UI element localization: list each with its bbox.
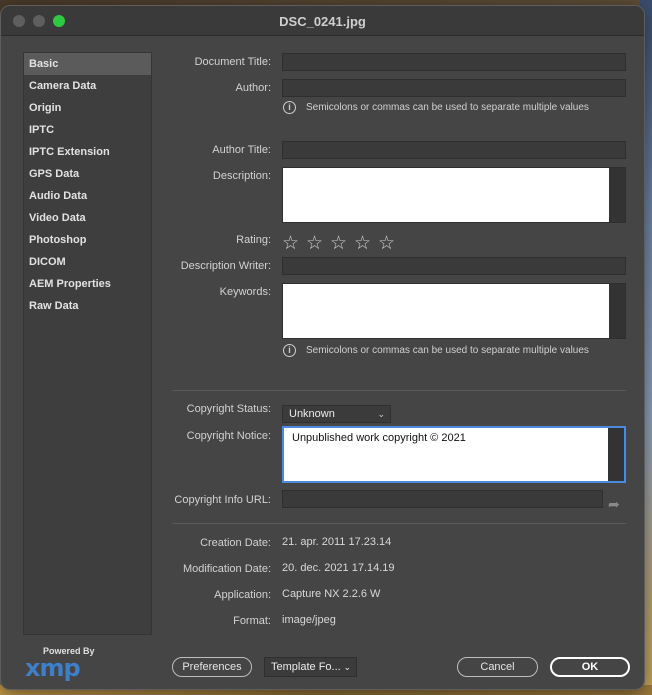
preferences-button[interactable]: Preferences: [172, 657, 252, 677]
author-label: Author:: [235, 82, 271, 94]
keywords-hint: i Semicolons or commas can be used to se…: [283, 344, 589, 357]
format-value: image/jpeg: [282, 614, 336, 626]
rating-star-1-icon[interactable]: ☆: [282, 234, 306, 253]
info-icon: i: [283, 101, 296, 114]
copyright-status-value: Unknown: [289, 408, 335, 420]
rating-star-3-icon[interactable]: ☆: [330, 234, 354, 253]
copyright-notice-label: Copyright Notice:: [186, 430, 271, 442]
description-scrollbar[interactable]: [609, 168, 625, 222]
keywords-scrollbar[interactable]: [609, 284, 625, 338]
document-title-input[interactable]: [282, 53, 626, 71]
section-divider: [172, 390, 626, 391]
file-info-dialog: DSC_0241.jpg Basic Camera Data Origin IP…: [0, 5, 645, 690]
creation-date-label: Creation Date:: [200, 537, 271, 549]
section-divider-2: [172, 523, 626, 524]
copyright-url-input[interactable]: [282, 490, 603, 508]
template-folder-label: Template Fo...: [271, 661, 341, 673]
author-input[interactable]: [282, 79, 626, 97]
author-title-input[interactable]: [282, 141, 626, 159]
xmp-logo: Powered By xmp: [23, 646, 95, 686]
keywords-hint-text: Semicolons or commas can be used to sepa…: [306, 345, 589, 356]
rating-star-2-icon[interactable]: ☆: [306, 234, 330, 253]
title-bar: DSC_0241.jpg: [1, 6, 644, 36]
sidebar-item-origin[interactable]: Origin: [24, 97, 151, 119]
application-value: Capture NX 2.2.6 W: [282, 588, 381, 600]
copyright-url-label: Copyright Info URL:: [174, 494, 271, 506]
format-label: Format:: [233, 615, 271, 627]
copyright-status-select[interactable]: Unknown ⌄: [282, 405, 391, 423]
copyright-notice-textarea[interactable]: Unpublished work copyright © 2021: [282, 426, 626, 483]
sidebar-item-iptc[interactable]: IPTC: [24, 119, 151, 141]
copyright-status-label: Copyright Status:: [186, 403, 271, 415]
description-label: Description:: [212, 170, 271, 182]
sidebar-item-audio-data[interactable]: Audio Data: [24, 185, 151, 207]
application-label: Application:: [214, 589, 271, 601]
description-writer-input[interactable]: [282, 257, 626, 275]
copyright-notice-scrollbar[interactable]: [608, 428, 624, 481]
creation-date-value: 21. apr. 2011 17.23.14: [282, 536, 392, 548]
chevron-down-icon: ⌄: [377, 409, 385, 419]
rating-stars: ☆ ☆ ☆ ☆ ☆: [282, 234, 402, 253]
info-icon: i: [283, 344, 296, 357]
author-hint-text: Semicolons or commas can be used to sepa…: [306, 102, 589, 113]
go-to-url-icon[interactable]: ➦: [608, 496, 620, 513]
ok-button[interactable]: OK: [550, 657, 630, 677]
description-textarea[interactable]: [282, 167, 626, 223]
keywords-label: Keywords:: [219, 286, 271, 298]
cancel-button[interactable]: Cancel: [457, 657, 538, 677]
copyright-notice-text: Unpublished work copyright © 2021: [292, 432, 466, 444]
document-title-label: Document Title:: [194, 56, 271, 68]
template-folder-select[interactable]: Template Fo... ⌄: [264, 657, 357, 677]
modification-date-label: Modification Date:: [182, 563, 271, 575]
description-writer-label: Description Writer:: [180, 260, 271, 272]
sidebar-item-raw-data[interactable]: Raw Data: [24, 295, 151, 317]
author-hint: i Semicolons or commas can be used to se…: [283, 101, 589, 114]
rating-star-4-icon[interactable]: ☆: [354, 234, 378, 253]
sidebar-item-video-data[interactable]: Video Data: [24, 207, 151, 229]
chevron-down-icon: ⌄: [343, 662, 351, 672]
rating-star-5-icon[interactable]: ☆: [378, 234, 402, 253]
modification-date-value: 20. dec. 2021 17.14.19: [282, 562, 395, 574]
keywords-textarea[interactable]: [282, 283, 626, 339]
xmp-logo-text: xmp: [25, 654, 81, 682]
window-title: DSC_0241.jpg: [279, 14, 366, 29]
rating-label: Rating:: [236, 234, 271, 246]
author-title-label: Author Title:: [212, 144, 271, 156]
